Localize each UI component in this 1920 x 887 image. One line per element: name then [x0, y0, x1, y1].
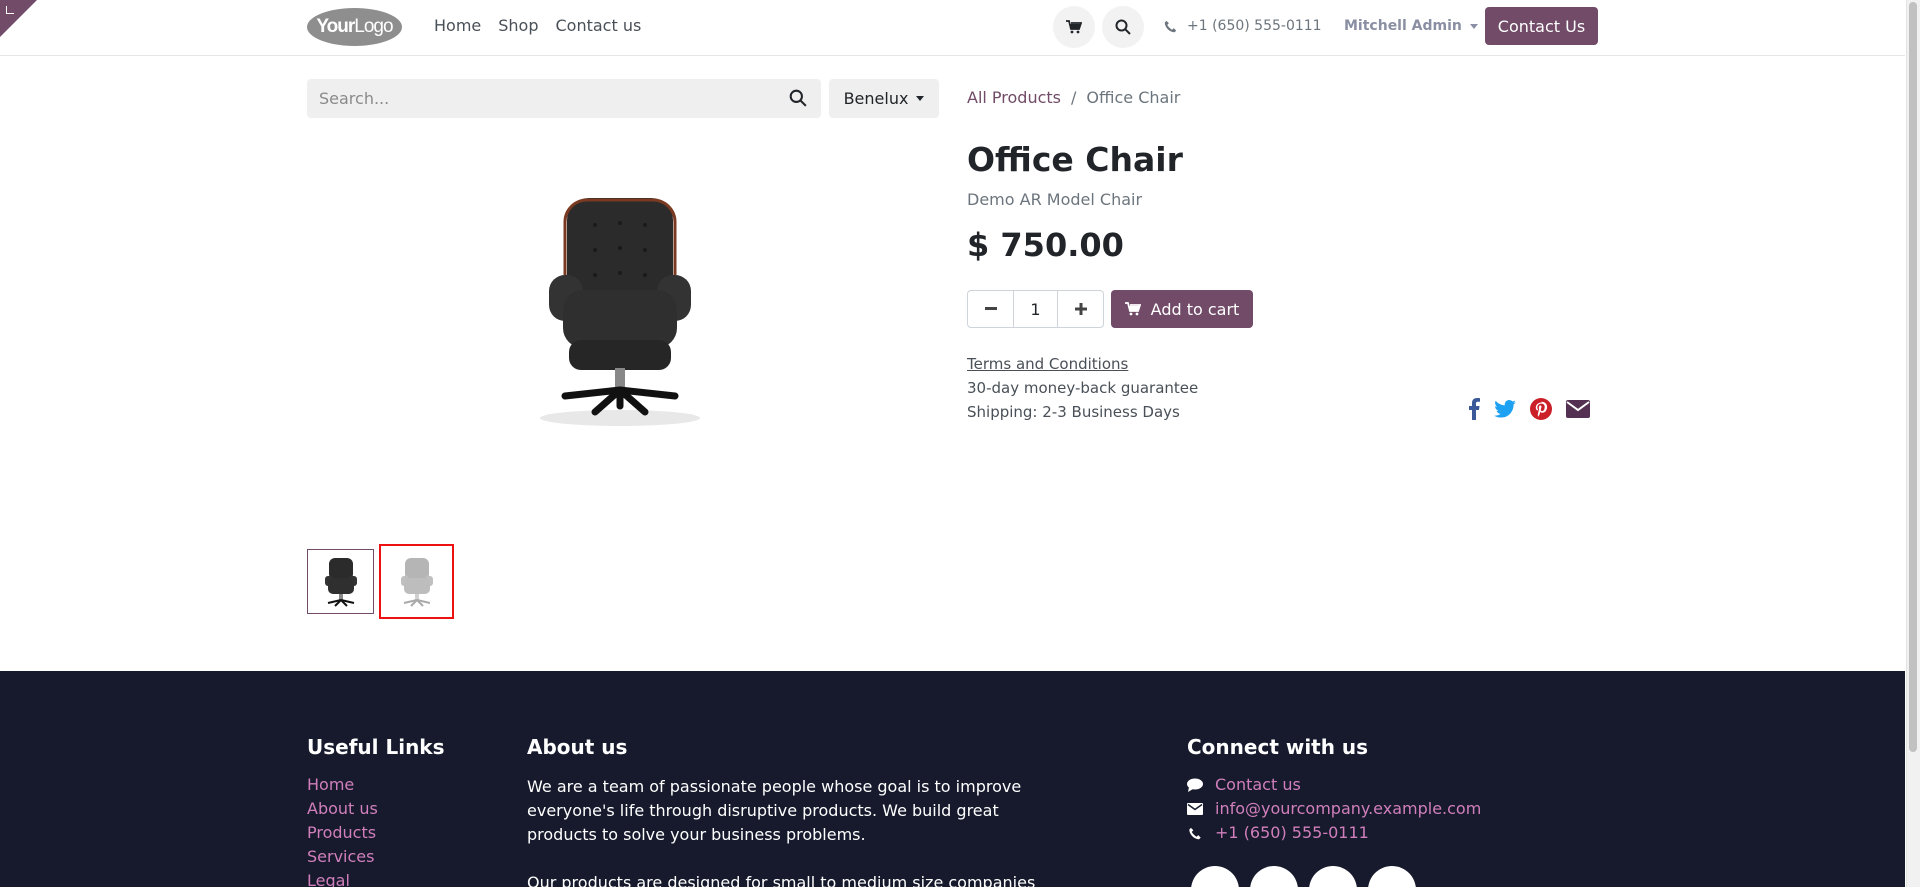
footer-contact-link[interactable]: Contact us — [1187, 775, 1481, 795]
quantity-stepper: 1 — [967, 290, 1104, 328]
product-search — [307, 79, 821, 118]
footer-link-services[interactable]: Services — [307, 847, 378, 867]
footer-contact-label: Contact us — [1215, 775, 1301, 794]
cart-button[interactable] — [1053, 6, 1095, 48]
footer-link-legal[interactable]: Legal — [307, 871, 378, 887]
product-main-image[interactable] — [535, 190, 705, 430]
nav-shop[interactable]: Shop — [498, 16, 538, 35]
search-toggle-button[interactable] — [1102, 6, 1144, 48]
phone-icon — [1189, 827, 1201, 839]
footer-social-home-button[interactable] — [1368, 866, 1416, 887]
nav-home[interactable]: Home — [434, 16, 481, 35]
comment-icon — [1187, 778, 1203, 792]
breadcrumb-current: Office Chair — [1086, 88, 1181, 107]
footer-about-paragraph-2: Our products are designed for small to m… — [527, 873, 1036, 887]
breadcrumb-separator: / — [1071, 88, 1077, 107]
user-name: Mitchell Admin — [1344, 18, 1462, 34]
footer-social-buttons — [1191, 866, 1416, 887]
footer-phone-label: +1 (650) 555-0111 — [1215, 823, 1369, 842]
footer-about-text: We are a team of passionate people whose… — [527, 775, 1052, 887]
footer-about-title: About us — [527, 735, 628, 759]
footer-social-facebook-button[interactable] — [1191, 866, 1239, 887]
footer-useful-links: Home About us Products Services Legal — [307, 775, 378, 887]
contact-us-button[interactable]: Contact Us — [1485, 7, 1598, 45]
pricelist-label: Benelux — [843, 89, 909, 108]
pinterest-icon[interactable] — [1530, 398, 1552, 420]
cart-icon — [1066, 20, 1082, 34]
terms-link[interactable]: Terms and Conditions — [967, 355, 1128, 373]
footer-link-home[interactable]: Home — [307, 775, 378, 795]
site-header: Your Logo Home Shop Contact us +1 (650) 5… — [0, 0, 1905, 56]
footer-social-twitter-button[interactable] — [1250, 866, 1298, 887]
footer-email-link[interactable]: info@yourcompany.example.com — [1187, 799, 1481, 819]
site-footer: Useful Links Home About us Products Serv… — [0, 671, 1905, 887]
shipping-text: Shipping: 2-3 Business Days — [967, 403, 1180, 421]
product-thumbnail-1[interactable] — [307, 549, 374, 614]
product-price: $ 750.00 — [967, 226, 1124, 264]
pricelist-dropdown[interactable]: Benelux — [829, 79, 939, 118]
breadcrumb-all-products[interactable]: All Products — [967, 88, 1061, 107]
add-to-cart-label: Add to cart — [1150, 299, 1240, 319]
header-phone[interactable]: +1 (650) 555-0111 — [1164, 18, 1322, 34]
footer-email-label: info@yourcompany.example.com — [1215, 799, 1482, 818]
nav-contact-us[interactable]: Contact us — [556, 16, 642, 35]
site-logo[interactable]: Your Logo — [307, 8, 402, 46]
guarantee-text: 30-day money-back guarantee — [967, 379, 1199, 397]
scrollbar-thumb[interactable] — [1909, 2, 1917, 752]
search-icon — [1115, 19, 1131, 35]
search-submit-button[interactable] — [789, 89, 807, 111]
footer-social-linkedin-button[interactable] — [1309, 866, 1357, 887]
footer-connect-title: Connect with us — [1187, 735, 1369, 759]
breadcrumb: All Products / Office Chair — [967, 88, 1180, 107]
product-subtitle: Demo AR Model Chair — [967, 190, 1143, 209]
minus-icon — [984, 307, 997, 310]
envelope-icon[interactable] — [1566, 400, 1590, 418]
quantity-increase-button[interactable] — [1058, 291, 1103, 327]
phone-icon — [1164, 20, 1177, 32]
product-title: Office Chair — [967, 140, 1183, 179]
expand-icon — [6, 6, 14, 14]
page-scrollbar[interactable] — [1906, 0, 1920, 887]
user-menu[interactable]: Mitchell Admin — [1344, 18, 1478, 34]
chevron-down-icon — [1469, 23, 1478, 29]
twitter-icon[interactable] — [1494, 400, 1516, 418]
search-icon — [789, 89, 807, 107]
envelope-icon — [1187, 803, 1203, 815]
cart-icon — [1124, 302, 1141, 316]
chevron-down-icon — [916, 96, 925, 101]
add-to-cart-button[interactable]: Add to cart — [1111, 290, 1253, 328]
plus-icon — [1074, 303, 1087, 315]
main-nav: Home Shop Contact us — [434, 16, 641, 35]
footer-connect-list: Contact us info@yourcompany.example.com … — [1187, 775, 1481, 843]
footer-phone-link[interactable]: +1 (650) 555-0111 — [1187, 823, 1481, 843]
share-links — [1468, 398, 1590, 420]
quantity-decrease-button[interactable] — [968, 291, 1013, 327]
footer-link-about[interactable]: About us — [307, 799, 378, 819]
footer-link-products[interactable]: Products — [307, 823, 378, 843]
quantity-input[interactable]: 1 — [1013, 291, 1058, 327]
header-phone-number: +1 (650) 555-0111 — [1187, 18, 1322, 34]
footer-useful-links-title: Useful Links — [307, 735, 445, 759]
product-thumbnail-2[interactable] — [379, 544, 454, 619]
footer-about-paragraph-1: We are a team of passionate people whose… — [527, 777, 1022, 844]
facebook-icon[interactable] — [1468, 398, 1480, 420]
search-input[interactable] — [307, 79, 767, 118]
